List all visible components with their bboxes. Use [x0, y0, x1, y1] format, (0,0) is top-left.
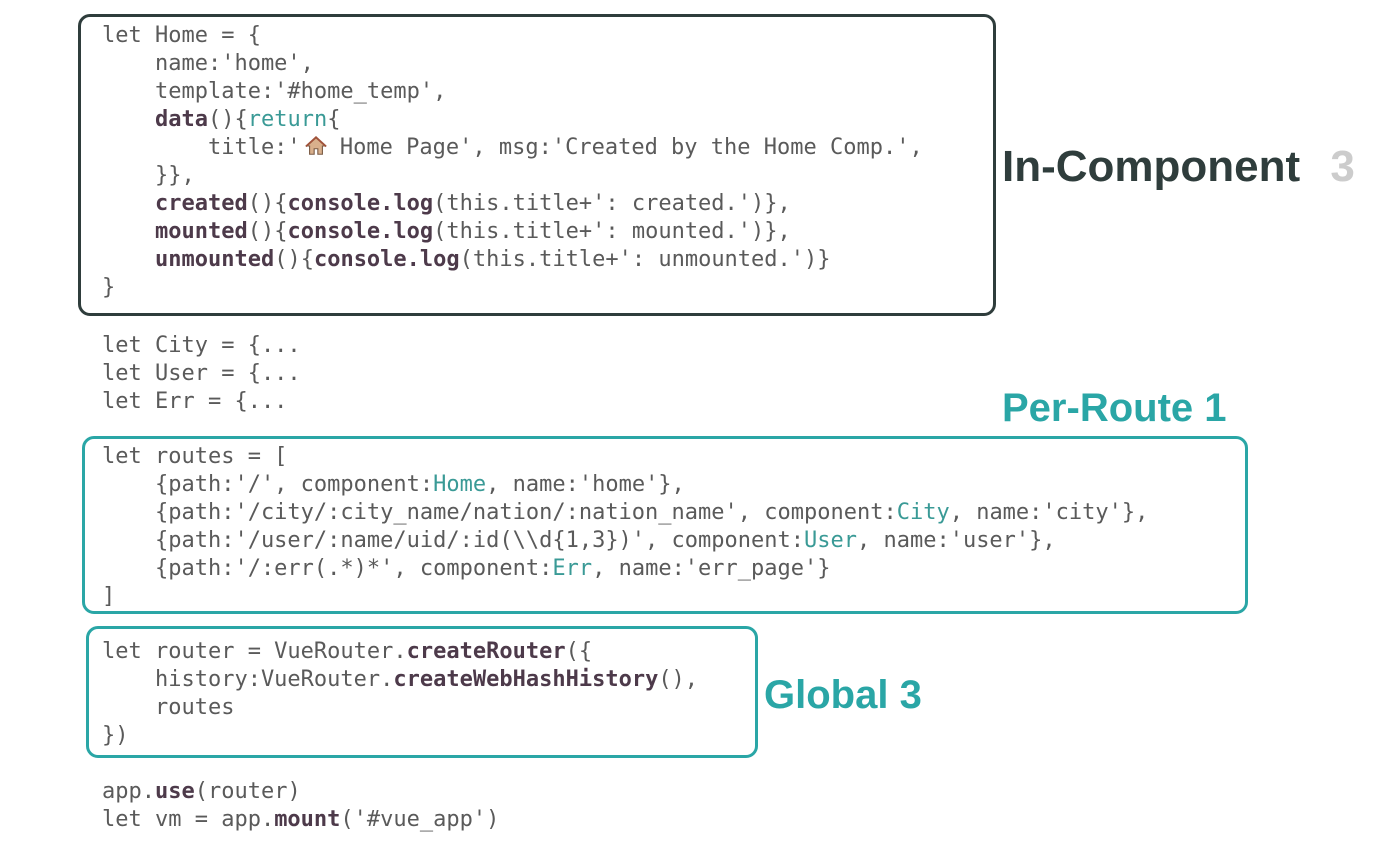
code-line: {path:'/:err(.*)*', component:Err, name:…: [102, 555, 831, 583]
code-token: }: [102, 275, 116, 300]
code-token: title:': [102, 135, 301, 160]
code-token: , name:'city'},: [949, 500, 1149, 525]
code-line: }: [102, 274, 115, 302]
code-token: (){: [207, 107, 248, 132]
code-token: (router): [194, 779, 301, 804]
code-token: , name:'user'},: [856, 528, 1056, 553]
code-line: let vm = app.mount('#vue_app'): [102, 806, 499, 834]
code-token: }},: [102, 163, 195, 188]
code-line: ]: [102, 583, 115, 611]
code-line: routes: [102, 694, 234, 722]
code-token: {path:'/user/:name/uid/:id(\\d{1,3})', c…: [102, 528, 804, 553]
code-token: history:VueRouter.: [102, 667, 394, 692]
code-token: {path:'/city/:city_name/nation/:nation_n…: [102, 500, 897, 525]
code-token: app.: [102, 779, 155, 804]
code-token: let vm = app.: [102, 807, 275, 832]
code-line: let Err = {...: [102, 389, 288, 414]
code-line: title:' Home Page', msg:'Created by the …: [102, 134, 923, 162]
code-line: {path:'/user/:name/uid/:id(\\d{1,3})', c…: [102, 527, 1056, 555]
in-component-label: In-Component 3: [1002, 142, 1355, 192]
code-line: }},: [102, 162, 195, 190]
code-token: (){: [247, 191, 288, 216]
code-token: ({: [565, 639, 593, 664]
code-token: , name:'err_page'}: [592, 556, 831, 581]
house-icon: [305, 135, 327, 157]
code-token: {path:'/:err(.*)*', component:: [102, 556, 553, 581]
in-component-text: In-Component: [1002, 142, 1301, 191]
code-token: User: [804, 528, 857, 553]
code-token: use: [154, 779, 195, 804]
code-line: history:VueRouter.createWebHashHistory()…: [102, 666, 698, 694]
code-line: let City = {...: [102, 333, 301, 358]
code-token: let Home = {: [102, 23, 261, 48]
code-line: let User = {...: [102, 361, 301, 386]
code-token: let routes = [: [102, 444, 288, 469]
code-line: template:'#home_temp',: [102, 78, 446, 106]
code-token: template:'#home_temp',: [102, 79, 447, 104]
code-token: Home: [433, 472, 487, 497]
code-line: data(){return{: [102, 106, 340, 134]
code-token: console.log: [287, 219, 434, 244]
code-token: , name:'home'},: [486, 472, 685, 497]
global-text: Global 3: [764, 673, 922, 717]
code-line: let Home = {: [102, 22, 261, 50]
code-token: data: [154, 107, 208, 132]
code-line: let routes = [: [102, 443, 287, 471]
code-line: {path:'/', component:Home, name:'home'},: [102, 471, 685, 499]
code-line: }): [102, 722, 129, 750]
code-token: mounted: [154, 219, 248, 244]
code-token: mount: [274, 807, 341, 832]
code-token: created: [154, 191, 248, 216]
code-line: created(){console.log(this.title+': crea…: [102, 190, 791, 218]
code-token: console.log: [287, 191, 434, 216]
code-token: }): [102, 723, 129, 748]
code-token: ('#vue_app'): [340, 807, 500, 832]
code-token: (),: [658, 667, 699, 692]
per-route-label: Per-Route 1: [1002, 386, 1227, 431]
code-token: return: [247, 107, 328, 132]
code-token: (this.title+': unmounted.')}: [459, 247, 831, 272]
global-label: Global 3: [764, 673, 922, 718]
code-line: mounted(){console.log(this.title+': moun…: [102, 218, 791, 246]
code-line: unmounted(){console.log(this.title+': un…: [102, 246, 831, 274]
code-token: (){: [274, 247, 314, 272]
code-token: routes: [102, 695, 235, 720]
code-token: name:'home',: [102, 51, 314, 76]
code-token: City: [896, 500, 950, 525]
code-token: console.log: [313, 247, 460, 272]
code-token: Err: [552, 556, 593, 581]
code-line: let router = VueRouter.createRouter({: [102, 638, 592, 666]
code-line: {path:'/city/:city_name/nation/:nation_n…: [102, 499, 1148, 527]
per-route-text: Per-Route 1: [1002, 386, 1227, 430]
code-token: unmounted: [154, 247, 275, 272]
code-token: createWebHashHistory: [393, 667, 659, 692]
code-line: name:'home',: [102, 50, 314, 78]
code-token: {: [327, 107, 341, 132]
code-token: Home Page', msg:'Created by the Home Com…: [326, 135, 923, 160]
code-line: app.use(router): [102, 778, 301, 806]
code-token: let router = VueRouter.: [102, 639, 407, 664]
code-token: ]: [102, 584, 116, 609]
code-token: (this.title+': created.')},: [433, 191, 791, 216]
in-component-count: 3: [1330, 142, 1355, 191]
code-token: createRouter: [406, 639, 566, 664]
code-token: (this.title+': mounted.')},: [433, 219, 791, 244]
code-token: {path:'/', component:: [102, 472, 434, 497]
code-token: (){: [247, 219, 288, 244]
